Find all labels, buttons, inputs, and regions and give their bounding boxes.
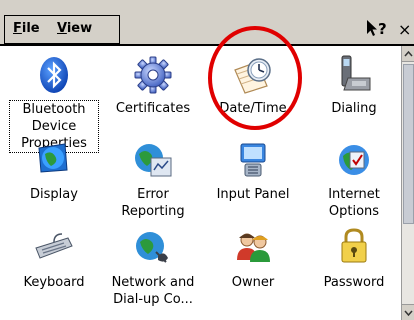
item-display[interactable]: Display: [9, 138, 99, 228]
item-label: Error Reporting: [121, 187, 185, 219]
keys-icon: [341, 228, 367, 263]
close-button[interactable]: ×: [398, 16, 414, 44]
item-label: Password: [323, 275, 385, 290]
item-password[interactable]: Password: [309, 226, 399, 320]
item-label: Internet Options: [328, 187, 380, 219]
item-label: Certificates: [115, 101, 191, 116]
menu-box: File View: [4, 15, 120, 44]
clock-calendar-icon: [234, 58, 271, 94]
bluetooth-icon: [40, 57, 68, 93]
item-owner[interactable]: Owner: [208, 226, 298, 320]
item-label: Date/Time: [219, 101, 287, 116]
item-label: Dialing: [331, 101, 377, 116]
gear-icon: [134, 56, 172, 94]
item-label: Display: [30, 187, 78, 202]
item-network-dialup[interactable]: Network and Dial-up Co...: [108, 226, 198, 320]
users-icon: [237, 233, 270, 262]
input-panel-icon: [240, 143, 266, 177]
error-reporting-icon: [135, 144, 172, 177]
item-label: Owner: [231, 275, 275, 290]
menu-bar: File View ? ×: [0, 0, 414, 44]
item-label: Keyboard: [23, 275, 85, 290]
telephone-icon: [341, 55, 371, 91]
chevron-down-icon: [404, 310, 413, 317]
svg-text:?: ?: [378, 20, 387, 38]
help-button[interactable]: ?: [362, 15, 392, 44]
item-label: Input Panel: [216, 187, 290, 202]
item-input-panel[interactable]: Input Panel: [208, 138, 298, 228]
menu-file[interactable]: File: [13, 21, 40, 36]
keyboard-icon: [35, 233, 73, 259]
control-panel-grid: Bluetooth Device Properties Certificates: [0, 46, 401, 320]
network-globe-icon: [136, 232, 168, 263]
item-internet-options[interactable]: Internet Options: [309, 138, 399, 228]
item-error-reporting[interactable]: Error Reporting: [108, 138, 198, 228]
display-globe-icon: [38, 143, 68, 173]
internet-options-icon: [339, 145, 369, 175]
vertical-scrollbar[interactable]: [401, 46, 414, 320]
scroll-up-button[interactable]: [402, 46, 414, 62]
scroll-down-button[interactable]: [402, 304, 414, 320]
item-keyboard[interactable]: Keyboard: [9, 226, 99, 320]
chevron-up-icon: [404, 50, 413, 57]
help-pointer-icon: ?: [367, 20, 387, 38]
item-label: Network and Dial-up Co...: [111, 275, 195, 307]
menu-view[interactable]: View: [57, 21, 92, 36]
scroll-thumb[interactable]: [403, 64, 414, 224]
